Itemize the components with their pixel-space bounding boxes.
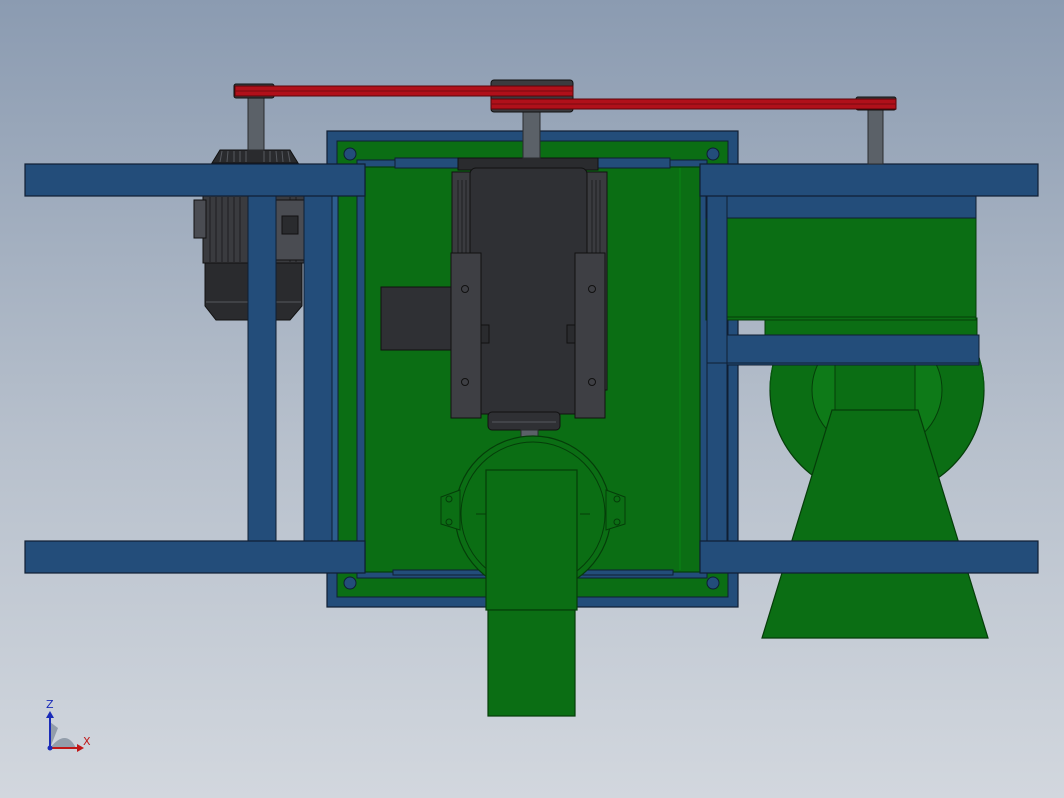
machine-assembly-drawing (24, 79, 1039, 752)
cad-viewport[interactable]: Z X (0, 0, 1064, 798)
coordinate-triad (46, 711, 84, 752)
x-axis-label: X (83, 735, 91, 748)
z-axis-label: Z (46, 698, 54, 711)
belt-drive (233, 79, 897, 113)
right-transmission-housing (705, 195, 977, 321)
discharge-chute (485, 469, 578, 717)
